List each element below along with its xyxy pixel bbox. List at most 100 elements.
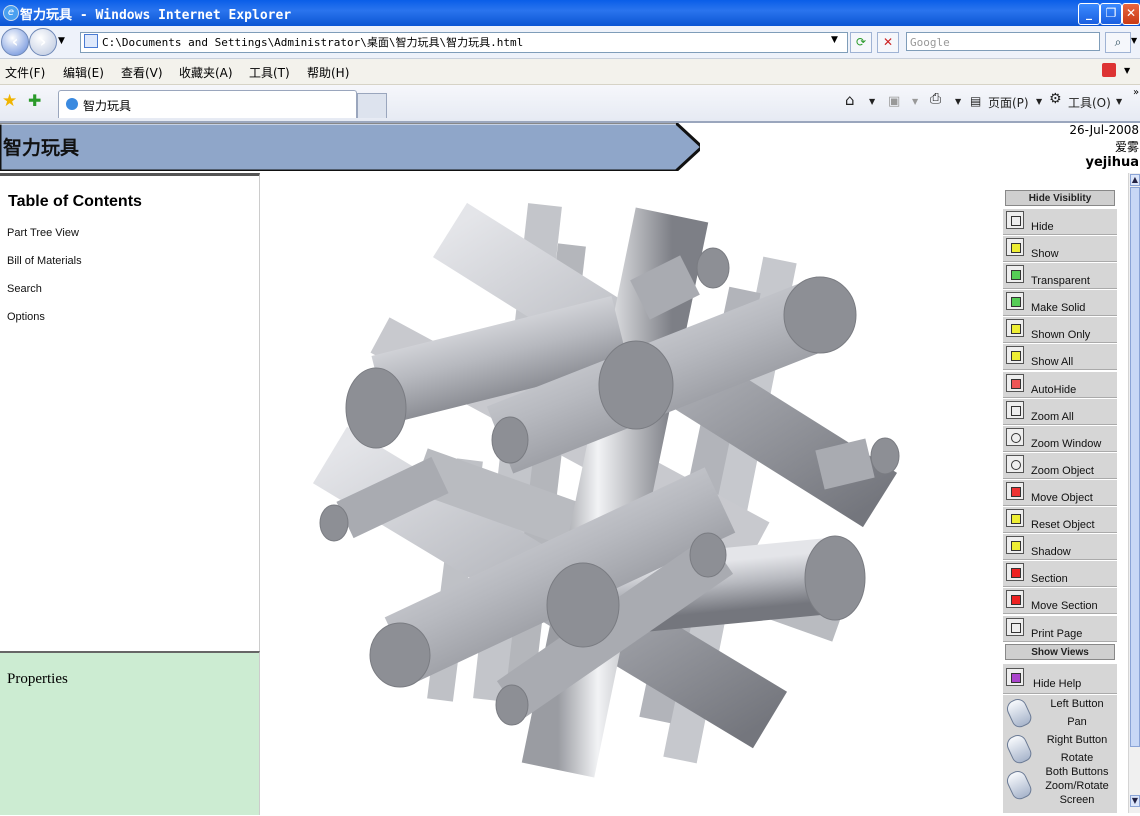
search-input[interactable]: Google [906, 32, 1100, 51]
menu-tools[interactable]: 工具(T) [249, 64, 290, 81]
zoom-object-button[interactable]: Zoom Object [1003, 453, 1117, 479]
toc-link-search[interactable]: Search [7, 283, 42, 295]
show-icon [1006, 238, 1024, 256]
print-page-button[interactable]: Print Page [1003, 616, 1117, 642]
refresh-icon[interactable]: ⟳ [850, 32, 872, 53]
tab-bar: ★ ✚ 智力玩具 ⌂ ▼ ▣ ▼ ⎙ ▼ ▤ 页面(P) ▼ ⚙ 工具(O) ▼… [0, 85, 1140, 123]
toc-link-part-tree[interactable]: Part Tree View [7, 227, 79, 239]
maximize-button[interactable]: ❐ [1100, 3, 1122, 25]
hide-icon [1006, 211, 1024, 229]
table-of-contents-panel: Table of Contents Part Tree View Bill of… [0, 173, 260, 654]
show-views-header[interactable]: Show Views [1005, 644, 1115, 660]
address-dropdown-icon[interactable]: ▼ [831, 35, 838, 45]
search-options-dropdown-icon[interactable]: ▼ [1131, 36, 1137, 45]
shadow-icon [1006, 536, 1024, 554]
shown-only-button[interactable]: Shown Only [1003, 317, 1117, 343]
move-object-button[interactable]: Move Object [1003, 480, 1117, 506]
page-title: 智力玩具 [3, 137, 80, 159]
menu-file[interactable]: 文件(F) [5, 64, 45, 81]
zoom-window-button[interactable]: Zoom Window [1003, 426, 1117, 452]
search-icon[interactable]: ⌕ [1105, 32, 1131, 53]
help-left-button: Left Button Pan [1003, 695, 1117, 731]
tab-active[interactable]: 智力玩具 [58, 90, 357, 118]
chevron-more-icon[interactable]: » [1133, 87, 1139, 98]
author-id: yejihua [1085, 155, 1140, 170]
menu-favorites[interactable]: 收藏夹(A) [179, 64, 233, 81]
hide-visibility-header[interactable]: Hide Visiblity [1005, 190, 1115, 206]
move-section-button[interactable]: Move Section [1003, 588, 1117, 614]
home-icon[interactable]: ⌂ [845, 91, 855, 109]
add-favorite-icon[interactable]: ✚ [28, 91, 41, 110]
move-section-icon [1006, 590, 1024, 608]
reset-object-button[interactable]: Reset Object [1003, 507, 1117, 533]
shadow-button[interactable]: Shadow [1003, 534, 1117, 560]
close-button[interactable]: ✕ [1122, 3, 1140, 25]
section-button[interactable]: Section [1003, 561, 1117, 587]
toc-link-options[interactable]: Options [7, 311, 45, 323]
address-text: C:\Documents and Settings\Administrator\… [102, 36, 524, 49]
show-all-icon [1006, 346, 1024, 364]
menu-view[interactable]: 查看(V) [121, 64, 163, 81]
show-all-button[interactable]: Show All [1003, 344, 1117, 370]
print-icon[interactable]: ⎙ [930, 91, 941, 107]
3d-model-viewer[interactable] [262, 175, 1002, 813]
help-right-button: Right Button Rotate [1003, 731, 1117, 767]
tools-menu[interactable]: 工具(O) [1068, 94, 1111, 111]
shown-only-icon [1006, 319, 1024, 337]
print-dropdown-icon[interactable]: ▼ [955, 97, 961, 106]
favorites-star-icon[interactable]: ★ [2, 91, 17, 111]
stop-icon[interactable]: ✕ [877, 32, 899, 53]
back-button[interactable]: ‹ [1, 28, 29, 56]
menu-edit[interactable]: 编辑(E) [63, 64, 104, 81]
scroll-up-icon[interactable]: ▲ [1130, 174, 1140, 186]
autohide-button[interactable]: AutoHide [1003, 372, 1117, 398]
hide-help-button[interactable]: Hide Help [1003, 664, 1117, 694]
page-menu[interactable]: 页面(P) [988, 94, 1029, 111]
ie-logo-icon: e [3, 5, 19, 21]
recent-pages-dropdown-icon[interactable]: ▼ [58, 36, 65, 46]
feeds-dropdown-icon[interactable]: ▼ [912, 97, 918, 106]
tab-label: 智力玩具 [83, 99, 132, 113]
page-banner: 智力玩具 [0, 123, 700, 171]
help-both-buttons: Both Buttons Zoom/Rotate Screen [1003, 766, 1117, 813]
zoom-object-icon [1006, 455, 1024, 473]
zoom-all-button[interactable]: Zoom All [1003, 399, 1117, 425]
window-title-bar: e 智力玩具 - Windows Internet Explorer _ ❐ ✕ [0, 0, 1140, 26]
page-menu-dropdown-icon[interactable]: ▼ [1036, 97, 1042, 106]
address-toolbar: ‹ › ▼ C:\Documents and Settings\Administ… [0, 26, 1140, 59]
properties-panel: Properties [0, 651, 260, 815]
minimize-button[interactable]: _ [1078, 3, 1100, 25]
scroll-down-icon[interactable]: ▼ [1130, 795, 1140, 807]
menu-help[interactable]: 帮助(H) [307, 64, 349, 81]
ie-page-icon [66, 98, 78, 110]
gear-icon: ⚙ [1049, 91, 1062, 107]
translate-dropdown-icon[interactable]: ▼ [1124, 66, 1130, 75]
reset-object-icon [1006, 509, 1024, 527]
transparent-button[interactable]: Transparent [1003, 263, 1117, 289]
zoom-window-icon [1006, 428, 1024, 446]
mouse-icon [1004, 768, 1034, 802]
mouse-icon [1004, 696, 1034, 730]
vertical-scrollbar[interactable]: ▲ ▼ [1128, 173, 1140, 813]
help-book-icon [1006, 668, 1024, 686]
toc-link-bill-of-materials[interactable]: Bill of Materials [7, 255, 82, 267]
autohide-icon [1006, 374, 1024, 392]
home-dropdown-icon[interactable]: ▼ [869, 97, 875, 106]
printer-icon [1006, 618, 1024, 636]
new-tab-button[interactable] [357, 93, 387, 118]
toc-title: Table of Contents [8, 193, 142, 210]
make-solid-icon [1006, 292, 1024, 310]
forward-button[interactable]: › [29, 28, 57, 56]
address-input[interactable]: C:\Documents and Settings\Administrator\… [80, 32, 848, 53]
show-button[interactable]: Show [1003, 236, 1117, 262]
translate-icon[interactable] [1102, 63, 1116, 77]
scroll-thumb[interactable] [1130, 187, 1140, 747]
properties-title: Properties [7, 671, 68, 687]
hide-button[interactable]: Hide [1003, 209, 1117, 235]
mouse-icon [1004, 732, 1034, 766]
make-solid-button[interactable]: Make Solid [1003, 290, 1117, 316]
transparent-icon [1006, 265, 1024, 283]
window-title: 智力玩具 - Windows Internet Explorer [20, 8, 292, 23]
feeds-icon[interactable]: ▣ [888, 94, 900, 109]
tools-menu-dropdown-icon[interactable]: ▼ [1116, 97, 1122, 106]
